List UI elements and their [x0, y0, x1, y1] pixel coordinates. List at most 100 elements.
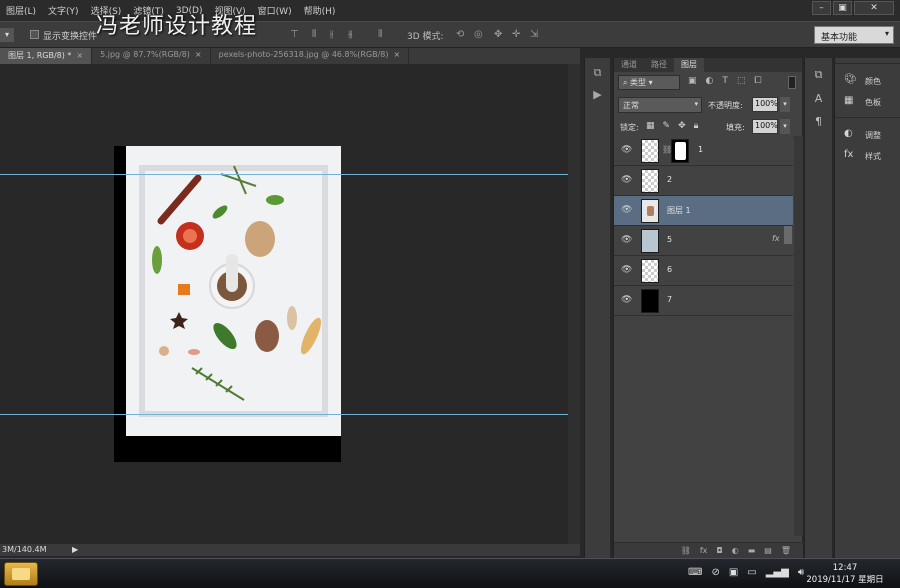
panel-item-adjustments[interactable]: ◐ 调整: [835, 124, 900, 145]
menu-window[interactable]: 窗口(W): [252, 4, 298, 17]
canvas-area[interactable]: [0, 64, 568, 544]
panel-item-swatches[interactable]: ▦ 色板: [835, 91, 900, 112]
new-adjustment-icon[interactable]: ◐: [732, 543, 739, 558]
show-transform-checkbox[interactable]: [30, 30, 39, 39]
new-group-icon[interactable]: ▬: [748, 543, 756, 558]
security-icon[interactable]: ⊘: [711, 567, 719, 578]
lock-transparency-icon[interactable]: ▦: [646, 121, 655, 131]
palette-icon: 🎨︎: [844, 74, 857, 85]
opacity-label: 不透明度:: [708, 101, 743, 110]
slide-3d-icon[interactable]: ✛: [512, 29, 520, 40]
shape-filter-icon[interactable]: ⬚: [737, 76, 746, 86]
add-mask-icon[interactable]: ◘: [716, 543, 722, 558]
align-top-icon[interactable]: ⊤: [290, 29, 299, 40]
tab-channels[interactable]: 通道: [614, 58, 644, 72]
panel-item-styles[interactable]: fx 样式: [835, 145, 900, 166]
link-layers-icon[interactable]: ⛓︎: [681, 543, 691, 558]
smart-object-filter-icon[interactable]: ⧠: [754, 76, 761, 86]
restore-button[interactable]: ▣: [833, 1, 852, 15]
character-icon[interactable]: A: [805, 92, 832, 105]
layer-filter-select[interactable]: ⌕ 类型 ▾: [618, 75, 680, 90]
visibility-eye-icon[interactable]: 👁︎: [621, 175, 633, 185]
menu-type[interactable]: 文字(Y): [42, 4, 85, 17]
opacity-slider-toggle[interactable]: ▾: [780, 97, 790, 112]
actions-play-icon[interactable]: ▶: [585, 88, 610, 101]
visibility-eye-icon[interactable]: 👁︎: [621, 295, 633, 305]
delete-layer-icon[interactable]: 🗑︎: [781, 543, 791, 558]
menu-layer[interactable]: 图层(L): [0, 4, 42, 17]
visibility-eye-icon[interactable]: 👁︎: [621, 145, 633, 155]
layer-row-selected[interactable]: 👁︎ 图层 1: [614, 196, 793, 226]
pan-3d-icon[interactable]: ✥: [494, 29, 502, 40]
app-tray-icon[interactable]: ▣: [729, 567, 738, 578]
close-tab-icon[interactable]: ×: [195, 50, 202, 59]
fill-slider-toggle[interactable]: ▾: [780, 119, 790, 134]
chevron-down-icon: ▾: [694, 100, 698, 108]
photoshop-window: 图层(L) 文字(Y) 选择(S) 滤镜(T) 3D(D) 视图(V) 窗口(W…: [0, 0, 900, 588]
status-menu-arrow-icon[interactable]: ▶: [72, 544, 78, 556]
close-button[interactable]: ✕: [854, 1, 894, 15]
lock-position-icon[interactable]: ✥: [678, 121, 686, 131]
lock-image-icon[interactable]: ✎: [663, 121, 671, 131]
file-explorer-button[interactable]: [4, 562, 38, 586]
rotate-3d-icon[interactable]: ⟲: [456, 29, 464, 40]
properties-icon[interactable]: ⧉: [805, 68, 832, 82]
layer-thumbnail: [641, 199, 659, 223]
document-image[interactable]: [126, 146, 341, 436]
layer-name: 2: [667, 175, 673, 184]
layer-row[interactable]: 👁︎ 6: [614, 256, 793, 286]
guide-line-top[interactable]: [0, 174, 568, 175]
menu-help[interactable]: 帮助(H): [298, 4, 342, 17]
scale-3d-icon[interactable]: ⇲: [530, 29, 538, 40]
canvas-scrollbar[interactable]: [568, 64, 580, 544]
visibility-eye-icon[interactable]: 👁︎: [621, 235, 633, 245]
blend-mode-select[interactable]: 正常 ▾: [618, 97, 702, 113]
adjustment-filter-icon[interactable]: ◐: [706, 76, 714, 86]
panel-strip-left: ⧉ ▶: [584, 58, 610, 558]
panel-item-color[interactable]: 🎨︎ 颜色: [835, 70, 900, 91]
taskbar-clock[interactable]: 12:47 2019/11/17 星期日: [800, 562, 890, 586]
pixel-filter-icon[interactable]: ▣: [688, 76, 697, 86]
distribute-center-icon[interactable]: ⫲: [330, 29, 333, 40]
minimize-button[interactable]: –: [812, 1, 831, 15]
close-tab-icon[interactable]: ×: [394, 50, 401, 59]
doc-tab[interactable]: pexels-photo-256318.jpg @ 46.8%(RGB/8) ×: [211, 48, 410, 64]
fill-input[interactable]: 100%: [752, 119, 778, 134]
doc-tab-active[interactable]: 图层 1, RGB/8) * ×: [0, 48, 93, 64]
clock-date: 2019/11/17 星期日: [806, 575, 884, 585]
layers-scrollbar[interactable]: [794, 136, 803, 536]
effects-expand-toggle[interactable]: [784, 226, 792, 244]
layer-effects-icon[interactable]: fx: [772, 234, 780, 243]
tool-preset-dropdown[interactable]: ▾: [0, 28, 14, 42]
layer-row[interactable]: 👁︎ ⛓︎ 1: [614, 136, 793, 166]
workspace-select[interactable]: 基本功能 ▾: [814, 26, 894, 44]
lock-icons: ▦ ✎ ✥ 🔒︎: [646, 121, 698, 131]
network-signal-icon[interactable]: ▂▄▆: [766, 567, 789, 578]
lock-all-icon[interactable]: 🔒︎: [694, 121, 699, 131]
doc-tab[interactable]: 5.jpg @ 87.7%(RGB/8) ×: [92, 48, 211, 64]
visibility-eye-icon[interactable]: 👁︎: [621, 265, 633, 275]
auto-align-icon[interactable]: ⦀: [378, 29, 382, 40]
layer-row[interactable]: 👁︎ 7: [614, 286, 793, 316]
paragraph-icon[interactable]: ¶: [805, 115, 832, 128]
layer-row[interactable]: 👁︎ 2: [614, 166, 793, 196]
type-filter-icon[interactable]: T: [722, 76, 728, 86]
layer-mask-thumbnail[interactable]: [671, 139, 689, 163]
layer-row[interactable]: 👁︎ 5 fx: [614, 226, 793, 256]
layer-thumbnail: [641, 289, 659, 313]
visibility-eye-icon[interactable]: 👁︎: [621, 205, 633, 215]
history-icon[interactable]: ⧉: [585, 66, 610, 80]
close-tab-icon[interactable]: ×: [76, 51, 83, 60]
guide-line-bottom[interactable]: [0, 414, 568, 415]
opacity-input[interactable]: 100%: [752, 97, 778, 112]
new-layer-icon[interactable]: ▤: [764, 543, 772, 558]
monitor-icon[interactable]: ▭: [747, 567, 756, 578]
tab-paths[interactable]: 路径: [644, 58, 674, 72]
roll-3d-icon[interactable]: ◎: [474, 29, 483, 40]
keyboard-icon[interactable]: ⌨︎: [688, 567, 702, 578]
distribute-right-icon[interactable]: ⫵: [348, 29, 353, 40]
distribute-horizontal-icon[interactable]: ⫴: [312, 29, 316, 40]
add-style-icon[interactable]: fx: [700, 543, 708, 558]
filter-toggle-switch[interactable]: [788, 76, 796, 89]
tab-layers[interactable]: 图层: [674, 58, 704, 72]
